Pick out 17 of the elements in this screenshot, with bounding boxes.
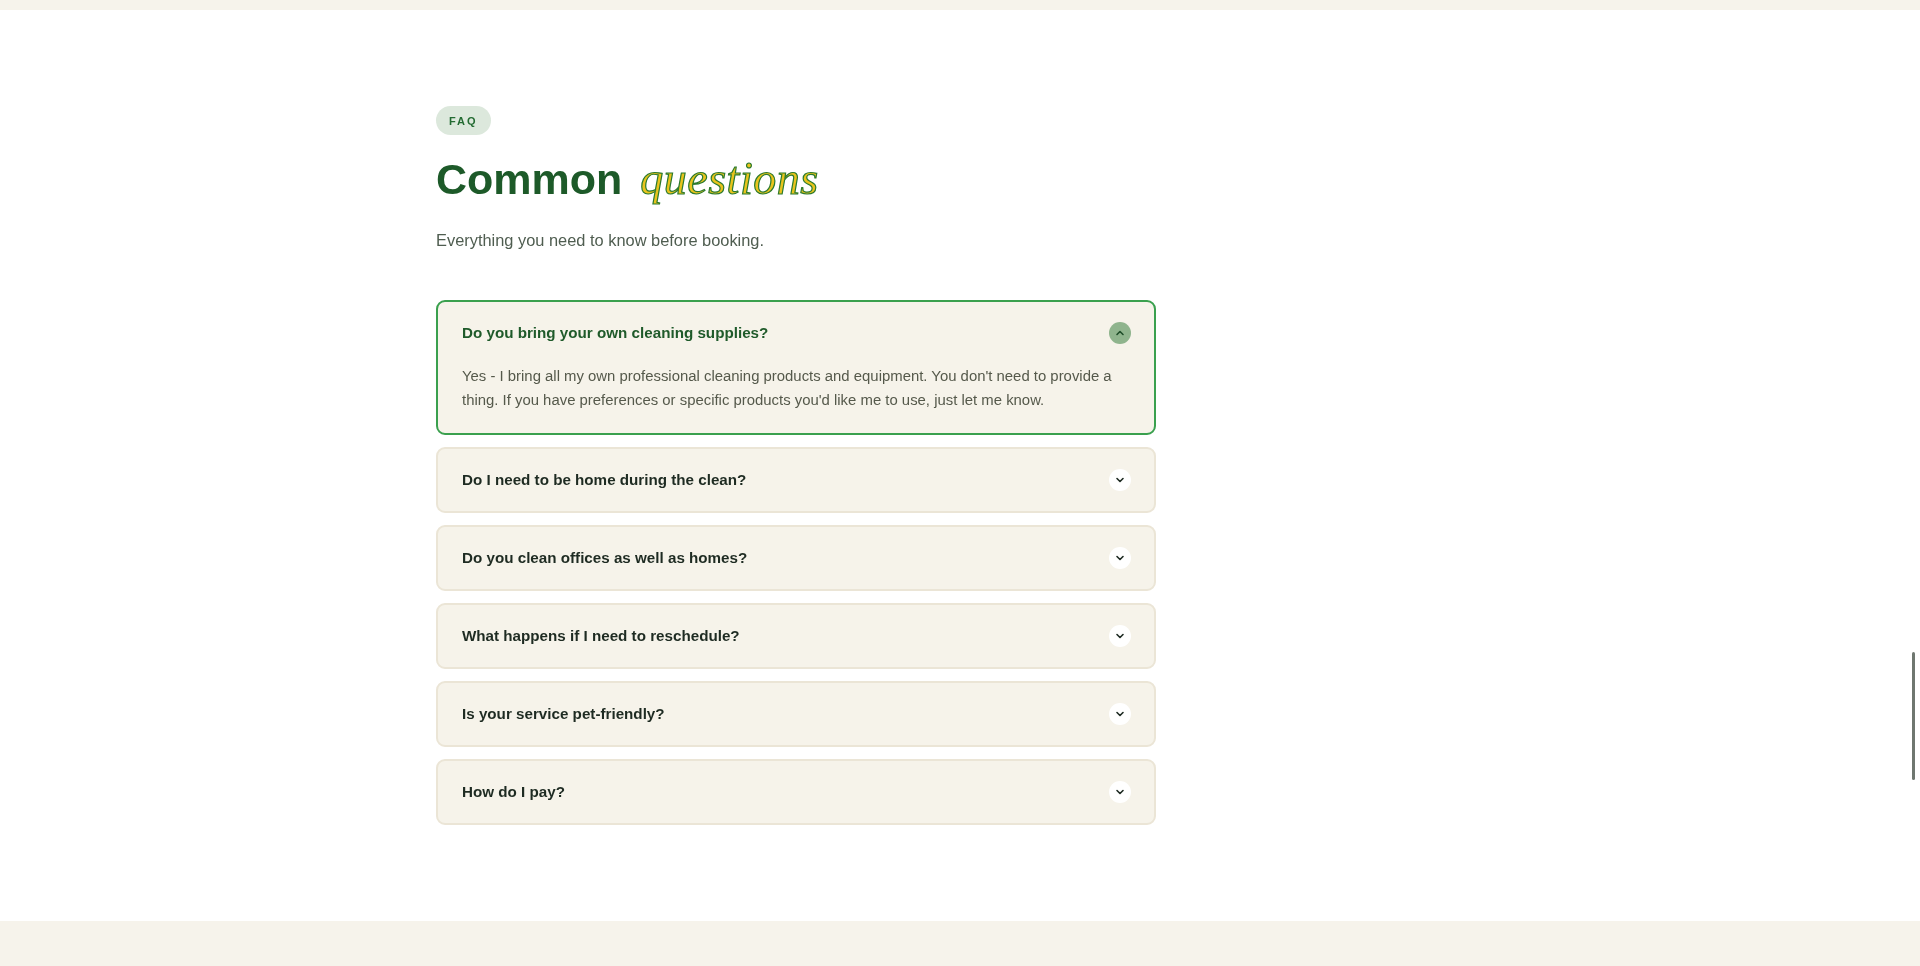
chevron-down-icon: [1109, 625, 1131, 647]
chevron-down-icon: [1109, 547, 1131, 569]
faq-answer: Yes - I bring all my own professional cleaning products and equipment. You don't need to provide a thing. If you have preferences or specific products you'd like me to use, just let me know.: [461, 367, 1113, 410]
faq-question[interactable]: Do I need to be home during the clean?: [438, 449, 1154, 511]
faq-question[interactable]: Is your service pet-friendly?: [438, 683, 1154, 745]
faq-question[interactable]: Do you bring your own cleaning supplies?: [438, 302, 1154, 364]
chevron-down-icon: [1109, 703, 1131, 725]
faq-question[interactable]: How do I pay?: [438, 761, 1154, 823]
chevron-up-icon: [1109, 322, 1131, 344]
section-heading: Common questions: [436, 153, 819, 205]
faq-question[interactable]: Do you clean offices as well as homes?: [438, 527, 1154, 589]
faq-question[interactable]: What happens if I need to reschedule?: [438, 605, 1154, 667]
scrollbar-thumb[interactable]: [1912, 652, 1915, 780]
section-subtitle: Everything you need to know before booking.: [436, 230, 765, 251]
chevron-down-icon: [1109, 781, 1131, 803]
chevron-down-icon: [1109, 469, 1131, 491]
section-badge: FAQ: [436, 106, 491, 135]
